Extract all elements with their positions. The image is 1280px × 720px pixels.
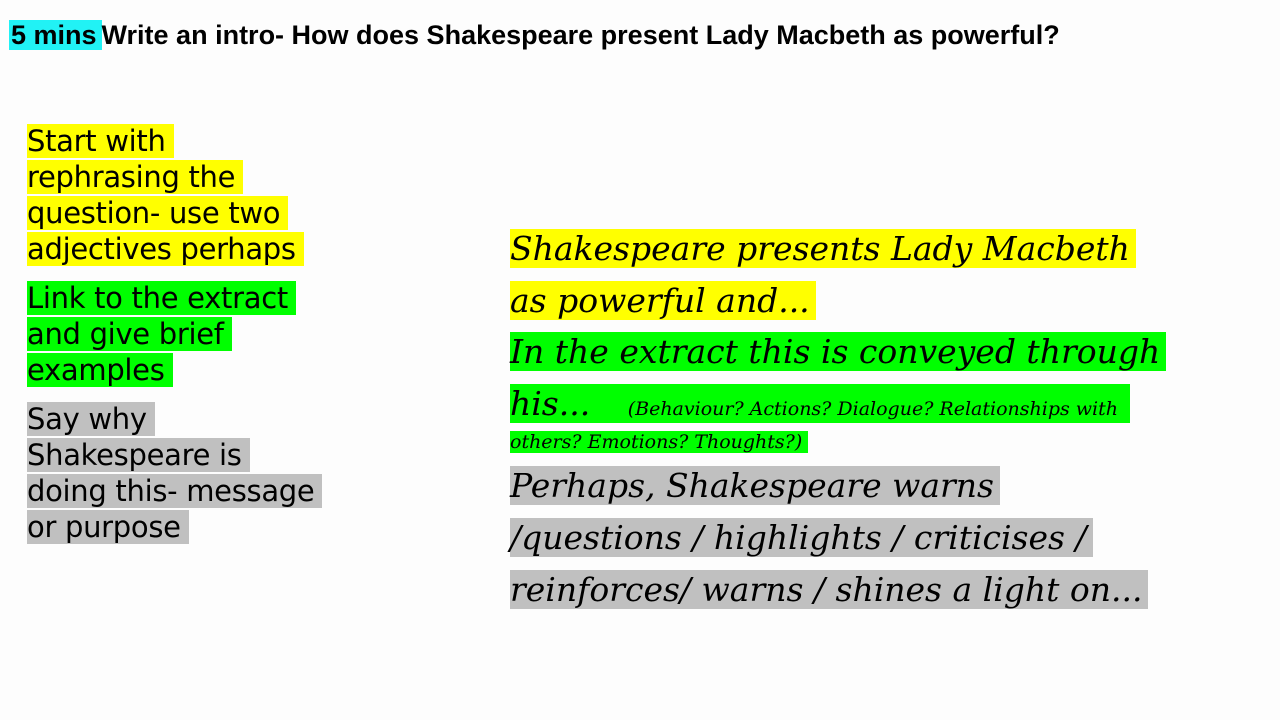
answer-line: In the extract this is conveyed through [510, 332, 1167, 371]
guidance-line: Start with [27, 124, 174, 158]
model-answer-sentence3: Perhaps, Shakespeare warns /questions / … [510, 460, 1200, 616]
answer-line: as powerful and... [510, 281, 816, 320]
guidance-step-purpose: Say why Shakespeare is doing this- messa… [27, 401, 323, 545]
guidance-step-link: Link to the extract and give brief examp… [27, 280, 296, 388]
guidance-line: doing this- message [27, 474, 323, 508]
model-answer-sentence1: Shakespeare presents Lady Macbeth as pow… [510, 223, 1200, 327]
answer-line: /questions / highlights / criticises / [510, 518, 1093, 557]
guidance-line: Say why [27, 402, 155, 436]
guidance-line: Shakespeare is [27, 438, 250, 472]
guidance-line: adjectives perhaps [27, 232, 304, 266]
task-prompt: Write an intro- How does Shakespeare pre… [101, 20, 1060, 50]
answer-line: Perhaps, Shakespeare warns [510, 466, 1000, 505]
timer-badge: 5 mins [9, 20, 102, 50]
model-answer-sentence2: In the extract this is conveyed through … [510, 326, 1200, 458]
guidance-line: or purpose [27, 510, 189, 544]
guidance-line: Link to the extract [27, 281, 296, 315]
answer-hint: others? Emotions? Thoughts?) [510, 431, 809, 453]
guidance-line: and give brief [27, 317, 232, 351]
answer-line: his... [510, 384, 591, 423]
answer-hint: (Behaviour? Actions? Dialogue? Relations… [627, 398, 1119, 420]
guidance-line: question- use two [27, 196, 289, 230]
answer-line: reinforces/ warns / shines a light on... [510, 570, 1149, 609]
guidance-line: rephrasing the [27, 160, 244, 194]
guidance-line: examples [27, 353, 173, 387]
guidance-step-rephrase: Start with rephrasing the question- use … [27, 123, 304, 267]
task-title: 5 mins Write an intro- How does Shakespea… [9, 16, 1060, 55]
answer-line: Shakespeare presents Lady Macbeth [510, 229, 1136, 268]
